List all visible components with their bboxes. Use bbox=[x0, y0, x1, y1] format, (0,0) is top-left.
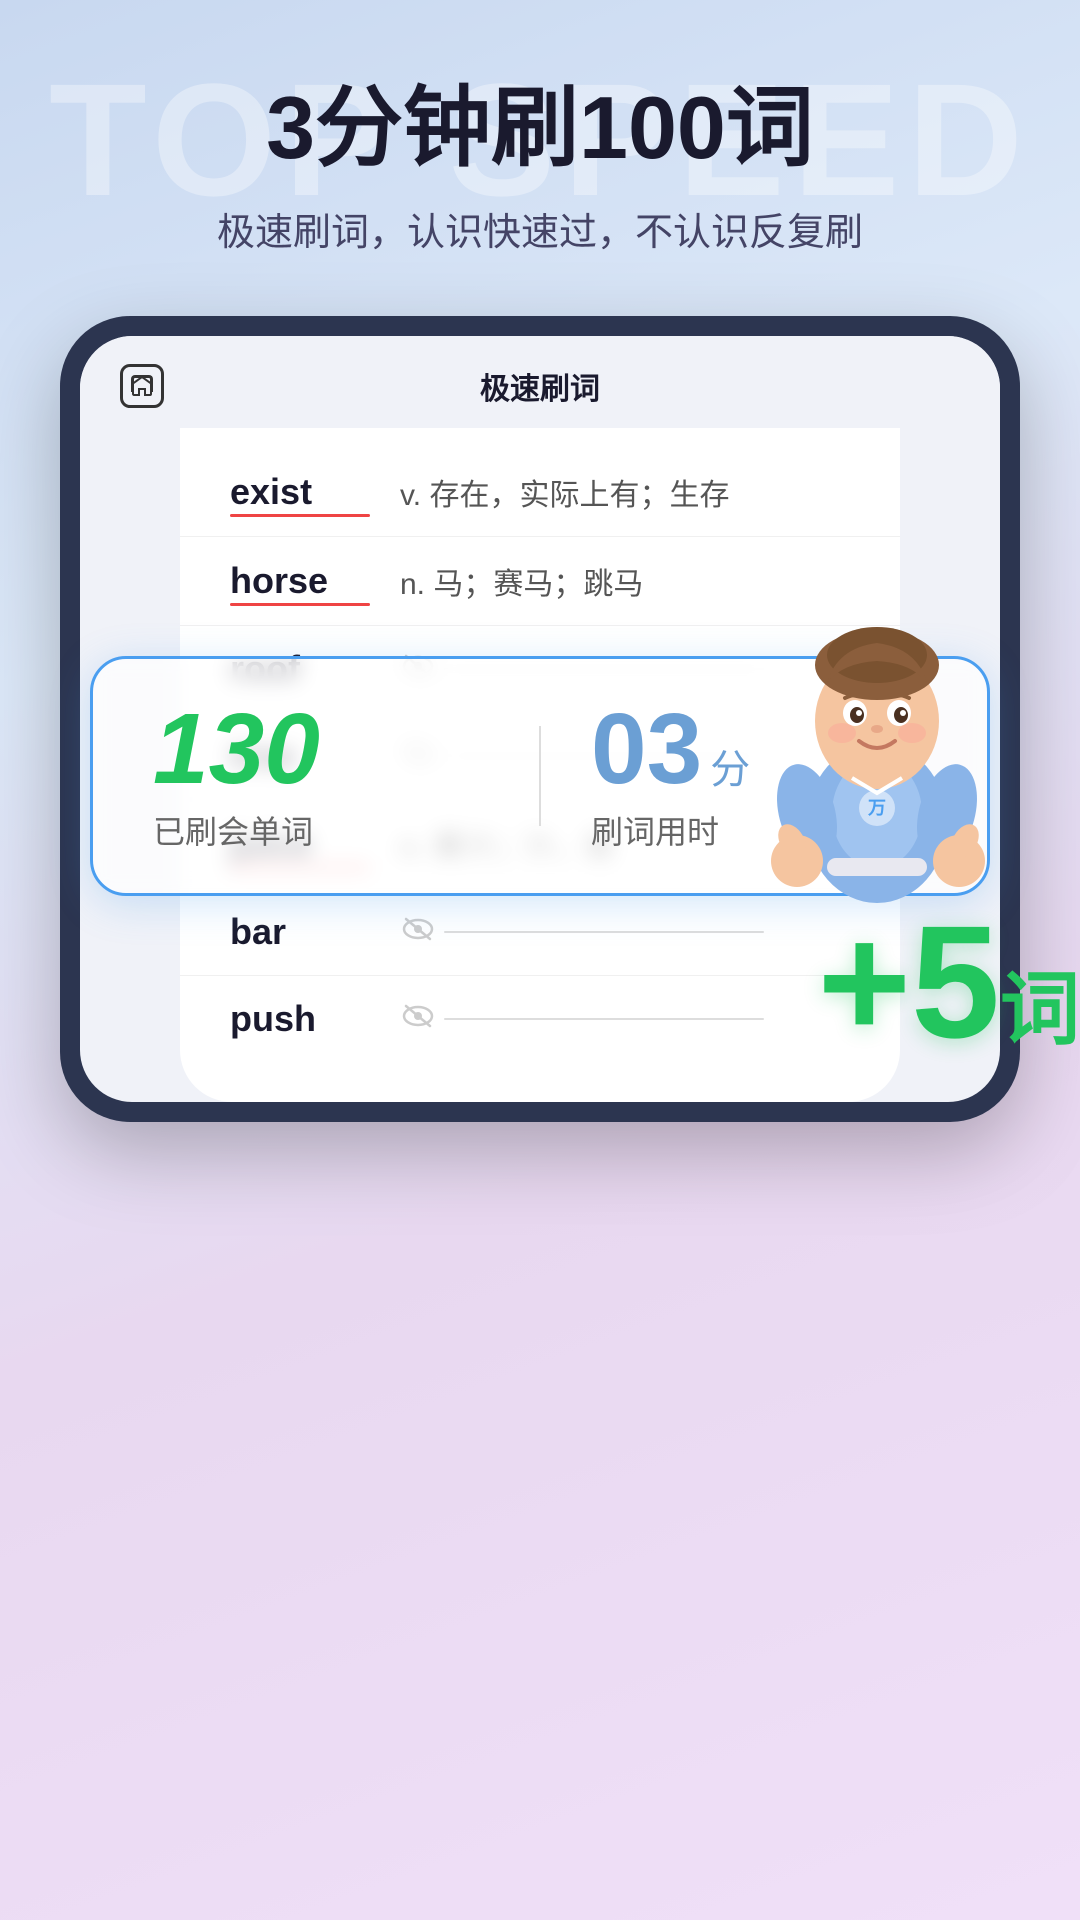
hero-subtitle: 极速刷词，认识快速过，不认识反复刷 bbox=[0, 201, 1080, 256]
word-english: horse bbox=[230, 560, 370, 602]
learned-count: 130 bbox=[153, 699, 489, 799]
hidden-line bbox=[444, 931, 764, 933]
phone-header: 极速刷词 bbox=[80, 336, 1000, 428]
word-row: push bbox=[180, 976, 900, 1062]
eye-icon bbox=[400, 1002, 436, 1035]
word-english: exist bbox=[230, 471, 370, 513]
character-svg: 万 bbox=[737, 593, 1017, 913]
svg-text:万: 万 bbox=[867, 798, 886, 818]
word-row: exist v. 存在，实际上有；生存 bbox=[180, 448, 900, 537]
word-hidden bbox=[400, 1002, 764, 1035]
phone-mockup-container: 极速刷词 existv. 存在，实际上有；生存horsen. 马；赛马；跳马ro… bbox=[60, 316, 1020, 1122]
character-illustration: 万 bbox=[737, 593, 1017, 913]
phone-title: 极速刷词 bbox=[480, 364, 600, 408]
learned-stat: 130 已刷会单词 bbox=[153, 699, 489, 853]
stat-divider bbox=[539, 726, 541, 826]
plus-badge-unit: 词 bbox=[1000, 945, 1080, 1061]
home-icon[interactable] bbox=[120, 364, 164, 408]
word-hidden bbox=[400, 915, 764, 948]
hidden-line bbox=[444, 1018, 764, 1020]
word-chinese: v. 存在，实际上有；生存 bbox=[400, 470, 850, 514]
word-english: bar bbox=[230, 911, 370, 953]
plus-badge: +5 bbox=[818, 902, 1000, 1062]
stats-card: 130 已刷会单词 03分 刷词用时 bbox=[90, 656, 990, 896]
hero-section: 3分钟刷100词 极速刷词，认识快速过，不认识反复刷 bbox=[0, 0, 1080, 256]
word-english: push bbox=[230, 998, 370, 1040]
learned-label: 已刷会单词 bbox=[153, 807, 489, 853]
eye-icon bbox=[400, 915, 436, 948]
plus-badge-container: +5 词 bbox=[818, 902, 1080, 1062]
hero-title: 3分钟刷100词 bbox=[0, 80, 1080, 177]
